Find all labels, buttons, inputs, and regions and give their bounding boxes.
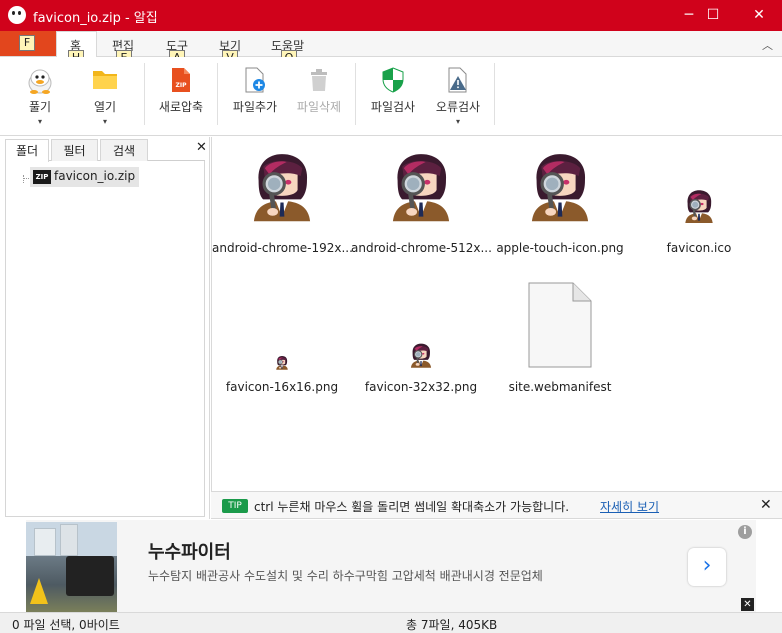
total-status: 총 7파일, 405KB — [406, 618, 498, 632]
tree-connector — [23, 175, 24, 183]
tip-text: ctrl 누른채 마우스 휠을 돌리면 썸네일 확대축소가 가능합니다. — [254, 500, 570, 514]
window-title: favicon_io.zip - 알집 — [33, 11, 158, 26]
tip-badge: TIP — [222, 499, 248, 513]
warning-file-icon — [448, 67, 467, 93]
chevron-right-icon[interactable]: › — [688, 548, 726, 586]
shield-icon — [382, 67, 404, 93]
image-thumbnail — [274, 354, 290, 372]
tab-search[interactable]: 검색 — [100, 139, 148, 161]
chevron-down-icon: ▾ — [455, 117, 460, 126]
error-check-label: 오류검사 — [435, 100, 481, 114]
tip-more-link[interactable]: 자세히 보기 — [600, 498, 659, 515]
new-archive-button[interactable]: ZIP 새로압축 — [152, 57, 210, 133]
file-item[interactable]: favicon.ico — [629, 141, 769, 271]
ad-banner[interactable]: 누수파이터 누수탐지 배관공사 수도설치 및 수리 하수구막힘 고압세척 배관내… — [0, 520, 782, 612]
file-name: android-chrome-512x... — [351, 241, 491, 255]
title-bar: favicon_io.zip - 알집 ─ ☐ ✕ — [0, 0, 782, 31]
file-name: android-chrome-192x... — [212, 241, 352, 255]
ad-image — [26, 522, 117, 612]
scan-file-label: 파일검사 — [370, 100, 416, 114]
ribbon-divider — [494, 63, 495, 125]
image-thumbnail — [521, 141, 599, 236]
zip-archive-icon: ZIP — [33, 170, 51, 184]
open-label: 열기 — [93, 100, 117, 114]
error-check-button[interactable]: 오류검사 ▾ — [428, 57, 488, 133]
svg-text:ZIP: ZIP — [176, 82, 188, 89]
new-archive-label: 새로압축 — [158, 100, 204, 114]
file-item[interactable]: favicon-32x32.png — [351, 280, 491, 410]
tab-filter[interactable]: 필터 — [51, 139, 98, 161]
scan-file-button[interactable]: 파일검사 — [364, 57, 422, 133]
ad-title: 누수파이터 — [148, 542, 231, 563]
file-menu-button[interactable]: F — [0, 31, 57, 56]
delete-file-label: 파일삭제 — [296, 100, 342, 114]
close-pane-icon[interactable]: ✕ — [196, 140, 207, 155]
folder-tree: ZIP favicon_io.zip — [5, 161, 205, 517]
tab-folder[interactable]: 폴더 — [5, 139, 49, 162]
file-name: favicon.ico — [666, 241, 732, 255]
close-button[interactable]: ✕ — [736, 0, 782, 31]
close-ad-icon[interactable]: ✕ — [741, 598, 754, 611]
image-thumbnail — [680, 185, 718, 229]
collapse-ribbon-icon[interactable]: ︿ — [762, 37, 773, 53]
file-list-view: android-chrome-192x... android-chrome-51… — [211, 137, 782, 491]
open-button[interactable]: 열기 ▾ — [78, 57, 132, 133]
ribbon-divider — [355, 63, 356, 125]
image-thumbnail — [382, 141, 460, 236]
file-item[interactable]: favicon-16x16.png — [212, 280, 352, 410]
left-pane-tabs: 폴더 필터 검색 ✕ — [5, 139, 207, 162]
ribbon-divider — [217, 63, 218, 125]
tree-item-label: favicon_io.zip — [54, 169, 136, 183]
menu-bar: F 홈 편집 도구 보기 도움말 H E A V O ︿ — [0, 31, 782, 66]
alzip-app-icon — [8, 6, 26, 24]
keytip-file: F — [19, 35, 35, 51]
file-item[interactable]: android-chrome-512x... — [351, 141, 491, 271]
file-name: favicon-32x32.png — [364, 380, 478, 394]
file-name: favicon-16x16.png — [225, 380, 339, 394]
extract-button[interactable]: 풀기 ▾ — [14, 57, 66, 133]
add-file-icon — [245, 67, 265, 93]
maximize-button[interactable]: ☐ — [690, 0, 736, 31]
tree-item-archive[interactable]: ZIP favicon_io.zip — [30, 167, 140, 187]
file-item[interactable]: site.webmanifest — [490, 280, 630, 410]
ribbon-divider — [144, 63, 145, 125]
ad-card[interactable]: 누수파이터 누수탐지 배관공사 수도설치 및 수리 하수구막힘 고압세척 배관내… — [26, 520, 756, 612]
extract-label: 풀기 — [28, 100, 52, 114]
ribbon-toolbar: 풀기 ▾ 열기 ▾ ZIP 새로압축 파일추가 파일삭제 파일검사 오류검사 ▾ — [0, 57, 782, 136]
add-file-button[interactable]: 파일추가 — [226, 57, 284, 133]
unzip-mascot-icon — [28, 69, 52, 94]
chevron-down-icon: ▾ — [37, 117, 42, 126]
image-thumbnail — [407, 340, 435, 372]
zip-file-icon: ZIP — [172, 68, 190, 92]
chevron-down-icon: ▾ — [102, 117, 107, 126]
tip-bar: TIP ctrl 누른채 마우스 휠을 돌리면 썸네일 확대축소가 가능합니다.… — [211, 491, 782, 519]
folder-icon — [93, 71, 117, 89]
document-icon — [528, 282, 592, 368]
selection-status: 0 파일 선택, 0바이트 — [12, 618, 120, 632]
file-name: site.webmanifest — [508, 380, 612, 394]
left-pane: 폴더 필터 검색 ✕ ZIP favicon_io.zip — [0, 137, 210, 519]
trash-icon — [311, 69, 327, 91]
ad-description: 누수탐지 배관공사 수도설치 및 수리 하수구막힘 고압세척 배관내시경 전문업… — [148, 569, 543, 583]
file-name: apple-touch-icon.png — [496, 241, 624, 255]
close-tip-icon[interactable]: ✕ — [760, 497, 772, 513]
file-item[interactable]: android-chrome-192x... — [212, 141, 352, 271]
file-item[interactable]: apple-touch-icon.png — [490, 141, 630, 271]
image-thumbnail — [243, 141, 321, 236]
delete-file-button[interactable]: 파일삭제 — [290, 57, 348, 133]
info-icon[interactable]: i — [738, 525, 752, 539]
status-bar: 0 파일 선택, 0바이트 총 7파일, 405KB — [0, 612, 782, 633]
add-file-label: 파일추가 — [232, 100, 278, 114]
